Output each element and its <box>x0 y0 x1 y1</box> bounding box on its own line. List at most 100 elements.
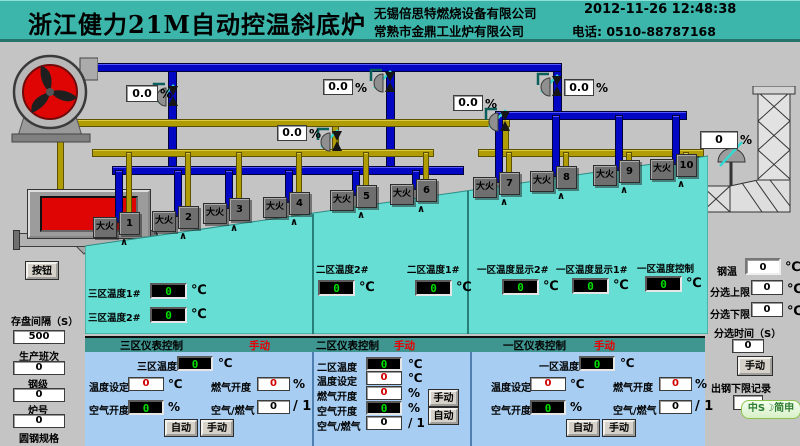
zone-temp-label: 三区温度1# <box>88 286 141 300</box>
sidebar-field-input[interactable]: 0 <box>13 388 65 402</box>
ime-toolbar[interactable]: 中S☽简申 <box>741 400 800 419</box>
manual-button-right[interactable]: 手动 <box>738 357 772 375</box>
panel-temp-label: 二区温度 <box>317 359 357 374</box>
burner-flame-label: 大火 <box>93 217 117 238</box>
valve-opening-display: 0.0 <box>277 125 307 141</box>
manual-button[interactable]: 手动 <box>201 420 233 436</box>
burner-legs-icon: ∧ <box>230 223 238 234</box>
panel-temp-led: 0 <box>579 356 615 371</box>
zone-temp-label: 一区温度控制 <box>637 261 694 275</box>
percent-unit: % <box>596 81 608 95</box>
title-banner: 浙江健力21M自动控温斜底炉 无锡倍思特燃烧设备有限公司 常熟市金鼎工业炉有限公… <box>0 0 800 42</box>
percent-unit: % <box>160 87 172 101</box>
zone-temp-led: 0 <box>150 283 187 299</box>
celsius-unit: ℃ <box>570 377 585 391</box>
gas-opening-label: 燃气开度 <box>211 379 251 394</box>
panel-header-label: 一区仪表控制 <box>503 338 566 353</box>
panel-mode-indicator: 手动 <box>594 338 615 353</box>
burner-legs-icon: ∧ <box>179 231 187 242</box>
butterfly-valve-icon <box>535 71 563 103</box>
setpoint-input[interactable]: 0 <box>530 377 566 391</box>
right-field-label: 分选下限 <box>710 306 750 321</box>
burner-legs-icon: ∧ <box>620 185 628 196</box>
celsius-unit: ℃ <box>787 304 800 319</box>
burner-number-box: 7 <box>499 172 520 195</box>
burner-number-box: 9 <box>619 160 640 183</box>
percent-unit: % <box>695 377 707 391</box>
sidebar-field-input[interactable]: 0 <box>13 361 65 375</box>
burner-number-box: 5 <box>356 185 377 208</box>
zone-temp-led: 0 <box>645 276 682 292</box>
right-field-label: 钢温 <box>717 263 737 278</box>
setpoint-input[interactable]: 0 <box>128 377 164 391</box>
burner-flame-label: 大火 <box>650 159 674 180</box>
auto-button[interactable]: 自动 <box>567 420 599 436</box>
right-field-input[interactable]: 0 <box>745 258 781 275</box>
gas-opening-input[interactable]: 0 <box>659 377 692 391</box>
percent-unit: % <box>740 133 752 147</box>
burner-legs-icon: ∧ <box>417 204 425 215</box>
sidebar-field-input[interactable]: 500 <box>13 330 65 344</box>
setpoint-label: 温度设定 <box>317 373 357 388</box>
manual-button[interactable]: 手动 <box>603 420 635 436</box>
air-pipe <box>88 63 562 72</box>
sorting-timer-input[interactable]: 0 <box>732 339 764 353</box>
setpoint-input[interactable]: 0 <box>366 371 402 385</box>
celsius-unit: ℃ <box>456 280 472 295</box>
air-gas-ratio-input[interactable]: 0 <box>659 400 692 414</box>
air-gas-ratio-label: 空气/燃气 <box>211 402 255 417</box>
percent-unit: % <box>570 400 582 414</box>
zone-temp-led: 0 <box>502 279 539 295</box>
burner-flame-label: 大火 <box>530 171 554 192</box>
zone-temp-led: 0 <box>150 307 187 323</box>
button-anniu[interactable]: 按钮 <box>26 262 58 279</box>
air-pipe <box>495 111 687 120</box>
air-opening-led: 0 <box>530 400 566 415</box>
sidebar-field-input[interactable]: 0 <box>13 414 65 428</box>
celsius-unit: ℃ <box>168 377 183 391</box>
celsius-unit: ℃ <box>686 276 702 291</box>
company-line1: 无锡倍思特燃烧设备有限公司 <box>374 3 537 22</box>
gas-opening-input[interactable]: 0 <box>257 377 290 391</box>
percent-unit: % <box>309 127 321 141</box>
celsius-unit: ℃ <box>787 282 800 297</box>
celsius-unit: ℃ <box>191 307 207 322</box>
percent-unit: % <box>485 97 497 111</box>
celsius-unit: ℃ <box>543 279 559 294</box>
air-gas-ratio-input[interactable]: 0 <box>366 416 402 430</box>
burner-flame-label: 大火 <box>390 184 414 205</box>
gas-opening-input[interactable]: 0 <box>366 386 402 400</box>
burner-number-box: 10 <box>676 154 697 177</box>
burner-number-box: 2 <box>178 206 199 229</box>
scada-screen: 浙江健力21M自动控温斜底炉 无锡倍思特燃烧设备有限公司 常熟市金鼎工业炉有限公… <box>0 0 800 446</box>
manual-button[interactable]: 手动 <box>429 390 458 406</box>
butterfly-valve-icon <box>368 67 396 99</box>
panel-temp-label: 三区温度 <box>137 358 177 373</box>
valve-opening-display: 0.0 <box>323 79 353 95</box>
burner-legs-icon: ∧ <box>500 197 508 208</box>
gas-opening-label: 燃气开度 <box>613 379 653 394</box>
auto-button[interactable]: 自动 <box>429 408 458 424</box>
air-gas-ratio-input[interactable]: 0 <box>257 400 290 414</box>
right-field-label: 分选上限 <box>710 284 750 299</box>
row-unit: / 1 <box>408 416 425 430</box>
sorting-timer-label: 分选时间（S） <box>714 325 781 340</box>
burner-flame-label: 大火 <box>152 211 176 232</box>
page-title: 浙江健力21M自动控温斜底炉 <box>28 5 366 40</box>
valve-opening-display: 0 <box>700 131 738 149</box>
row-unit: % <box>408 401 420 415</box>
zone-temp-label: 三区温度2# <box>88 310 141 324</box>
burner-number-box: 6 <box>416 179 437 202</box>
burner-flame-label: 大火 <box>473 177 497 198</box>
celsius-unit: ℃ <box>620 356 635 370</box>
celsius-unit: ℃ <box>359 280 375 295</box>
auto-button[interactable]: 自动 <box>165 420 197 436</box>
combustion-fan-icon <box>8 48 98 148</box>
celsius-unit: ℃ <box>785 260 800 275</box>
zone-temp-led: 0 <box>318 280 355 296</box>
air-opening-input: 0 <box>366 401 402 415</box>
right-field-input[interactable]: 0 <box>751 280 783 295</box>
phone: 电话: 0510-88787168 <box>572 21 716 40</box>
zone-temp-label: 二区温度2# <box>316 262 369 276</box>
right-field-input[interactable]: 0 <box>751 302 783 317</box>
